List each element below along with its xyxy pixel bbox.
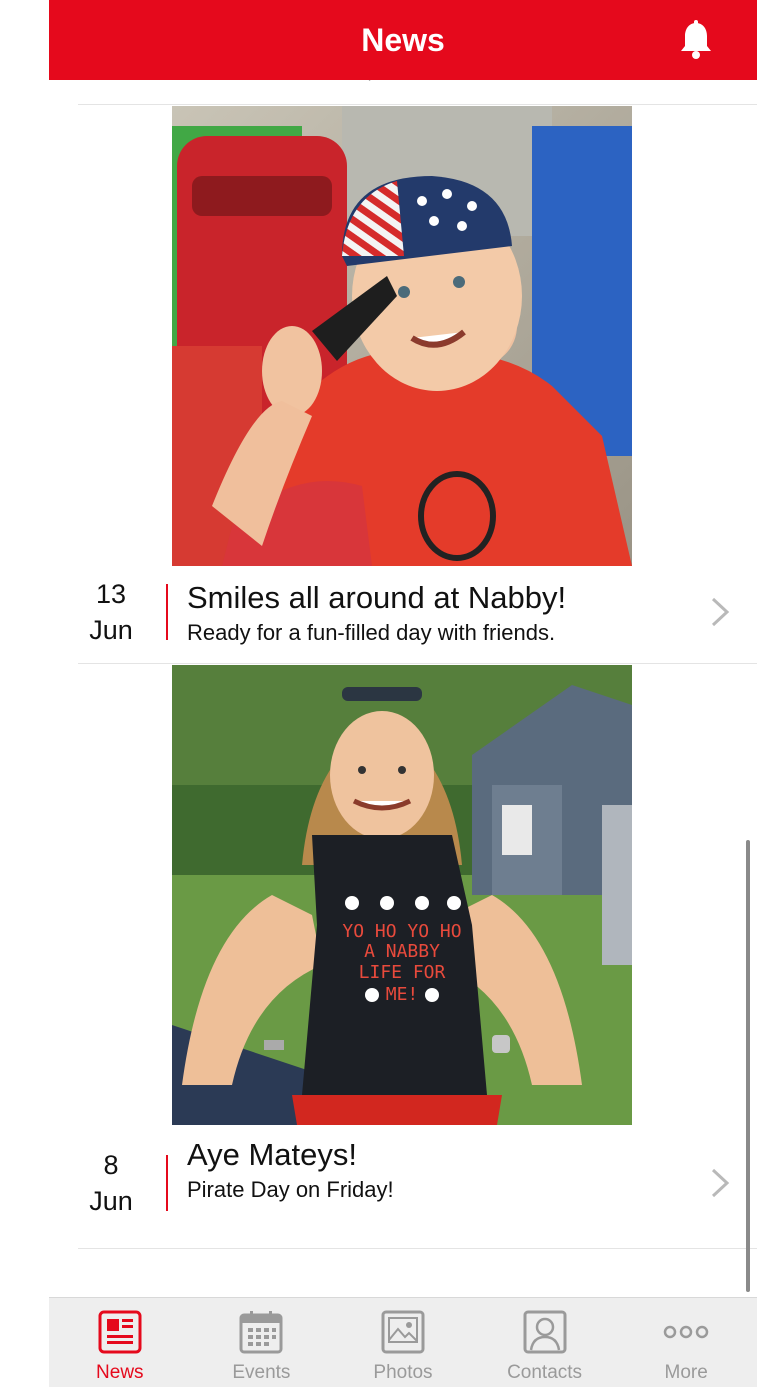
bell-icon[interactable] — [679, 20, 713, 60]
calendar-icon — [239, 1311, 283, 1354]
shirt-text-line: ME! — [386, 984, 419, 1005]
tab-label: More — [664, 1362, 708, 1383]
page-title: News — [361, 22, 445, 58]
news-item-subtitle: Pirate Day on Friday! — [187, 1177, 394, 1202]
row-separator — [78, 1248, 757, 1249]
date-month: Jun — [89, 615, 133, 645]
news-item-title: Aye Mateys! — [187, 1137, 358, 1172]
tab-photos[interactable]: Photos — [332, 1298, 474, 1387]
shirt-text-line: A NABBY — [364, 941, 440, 962]
news-item-subtitle: Ready for a fun-filled day with friends. — [187, 620, 556, 645]
newspaper-icon — [98, 1310, 142, 1354]
news-item[interactable]: YO HO YO HO A NABBY LIFE FOR ME! 8 Jun A… — [78, 665, 757, 1249]
nav-header: News — [49, 0, 757, 80]
row-separator — [78, 663, 757, 664]
shirt-text-line: LIFE FOR — [359, 962, 446, 983]
more-dots-icon — [663, 1325, 709, 1339]
tab-label: Events — [232, 1362, 291, 1383]
news-item-date: 13 Jun — [78, 576, 144, 648]
news-photo-pirate: YO HO YO HO A NABBY LIFE FOR ME! — [172, 665, 632, 1125]
chevron-right-icon[interactable] — [709, 596, 731, 628]
news-item-title: Smiles all around at Nabby! — [187, 580, 567, 615]
shirt-text-line: YO HO YO HO — [342, 921, 461, 942]
news-item[interactable]: 13 Jun Smiles all around at Nabby! Ready… — [78, 106, 757, 664]
tab-news[interactable]: News — [49, 1298, 191, 1387]
chevron-right-icon[interactable] — [709, 1167, 731, 1199]
tab-label: Contacts — [507, 1362, 583, 1383]
date-day: 13 — [95, 579, 127, 609]
news-photo-boy — [172, 106, 632, 566]
tab-label: Photos — [373, 1362, 433, 1383]
date-month: Jun — [89, 1186, 133, 1216]
date-day: 8 — [103, 1150, 119, 1180]
tab-more[interactable]: More — [615, 1298, 757, 1387]
tab-contacts[interactable]: Contacts — [474, 1298, 616, 1387]
news-item-date: 8 Jun — [78, 1147, 144, 1219]
contact-icon — [523, 1310, 567, 1354]
tab-label: News — [96, 1362, 144, 1383]
app-screen: The water is warm, let's swim! — [49, 0, 757, 1387]
photo-icon — [381, 1310, 425, 1354]
date-divider — [166, 1155, 168, 1211]
tab-bar: News Events Photos Contacts More — [49, 1297, 757, 1387]
tab-events[interactable]: Events — [191, 1298, 333, 1387]
scrollbar[interactable] — [746, 840, 750, 1292]
news-feed[interactable]: The water is warm, let's swim! — [49, 0, 757, 1297]
date-divider — [166, 584, 168, 640]
